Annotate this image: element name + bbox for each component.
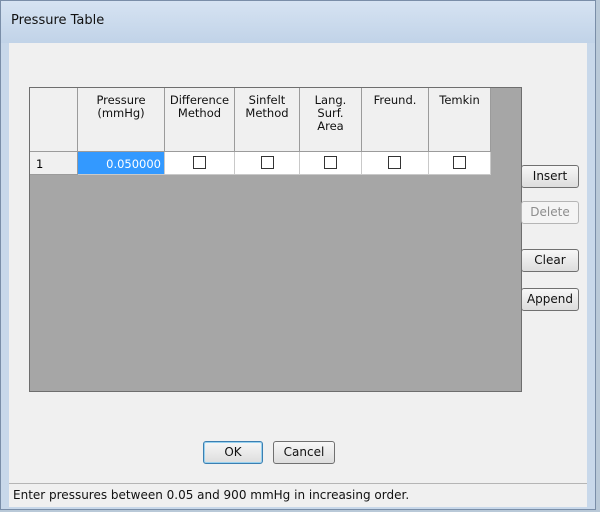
column-header-freund[interactable]: Freund. bbox=[362, 88, 429, 152]
table-row: 1 0.050000 bbox=[30, 152, 521, 175]
insert-button[interactable]: Insert bbox=[521, 165, 579, 188]
dialog-client-area: Pressure (mmHg) Difference Method Sinfel… bbox=[9, 43, 587, 483]
temkin-cell bbox=[429, 152, 491, 175]
column-header-lang-surf-area[interactable]: Lang. Surf. Area bbox=[300, 88, 362, 152]
cancel-button[interactable]: Cancel bbox=[273, 441, 335, 464]
ok-button[interactable]: OK bbox=[203, 441, 263, 464]
lang-surf-area-cell bbox=[300, 152, 362, 175]
delete-button[interactable]: Delete bbox=[521, 201, 579, 224]
column-header-difference-method[interactable]: Difference Method bbox=[165, 88, 235, 152]
pressure-cell[interactable]: 0.050000 bbox=[78, 152, 165, 175]
freund-checkbox[interactable] bbox=[388, 156, 401, 169]
pressure-table-dialog: Pressure Table Pressure (mmHg) Differenc… bbox=[0, 0, 596, 510]
pressure-grid: Pressure (mmHg) Difference Method Sinfel… bbox=[29, 87, 522, 392]
difference-method-checkbox[interactable] bbox=[193, 156, 206, 169]
status-text: Enter pressures between 0.05 and 900 mmH… bbox=[13, 488, 410, 502]
temkin-checkbox[interactable] bbox=[453, 156, 466, 169]
row-header[interactable]: 1 bbox=[30, 152, 78, 175]
dialog-title: Pressure Table bbox=[11, 13, 105, 28]
difference-method-cell bbox=[165, 152, 235, 175]
grid-corner-header bbox=[30, 88, 78, 152]
freund-cell bbox=[362, 152, 429, 175]
column-header-sinfelt-method[interactable]: Sinfelt Method bbox=[235, 88, 300, 152]
append-button[interactable]: Append bbox=[521, 288, 579, 311]
clear-button[interactable]: Clear bbox=[521, 249, 579, 272]
column-header-temkin[interactable]: Temkin bbox=[429, 88, 491, 152]
sinfelt-method-cell bbox=[235, 152, 300, 175]
title-bar[interactable]: Pressure Table bbox=[1, 1, 595, 43]
status-bar: Enter pressures between 0.05 and 900 mmH… bbox=[9, 483, 587, 507]
lang-surf-area-checkbox[interactable] bbox=[324, 156, 337, 169]
sinfelt-method-checkbox[interactable] bbox=[261, 156, 274, 169]
column-header-pressure[interactable]: Pressure (mmHg) bbox=[78, 88, 165, 152]
